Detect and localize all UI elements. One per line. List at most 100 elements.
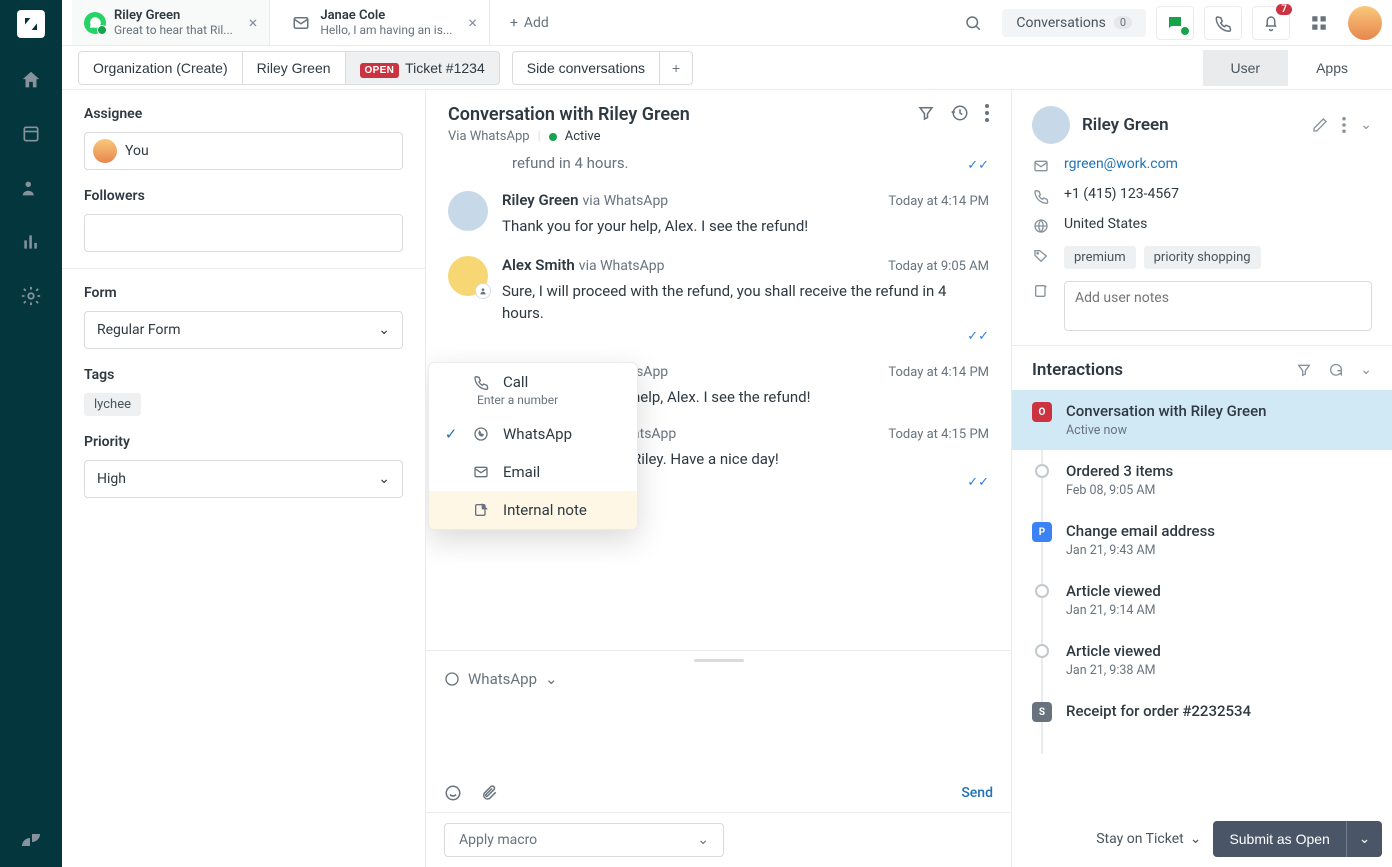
contact-tab[interactable]: Riley Green <box>243 51 346 85</box>
user-avatar[interactable] <box>1348 6 1382 40</box>
add-tab-button[interactable]: + Add <box>498 15 561 31</box>
chevron-down-icon[interactable]: ⌄ <box>1360 362 1372 378</box>
add-side-conversation-button[interactable]: + <box>660 51 693 85</box>
product-logo-icon[interactable] <box>17 10 45 38</box>
edit-icon[interactable] <box>1312 117 1328 133</box>
plus-icon: + <box>510 15 518 31</box>
close-icon[interactable]: × <box>249 13 258 32</box>
notifications-icon[interactable]: 7 <box>1252 6 1290 40</box>
timeline-item[interactable]: O Conversation with Riley GreenActive no… <box>1012 390 1392 450</box>
read-receipt-icon: ✓✓ <box>967 158 989 173</box>
ticket-label: Ticket #1234 <box>405 60 485 76</box>
side-conversations-tab[interactable]: Side conversations <box>512 51 660 85</box>
timeline-item[interactable]: Article viewed Jan 21, 9:14 AM <box>1032 570 1372 630</box>
tag-icon <box>1032 246 1050 264</box>
conversations-pill[interactable]: Conversations 0 <box>1002 9 1146 37</box>
channel-picker-popup: Call Enter a number ✓ WhatsApp Email <box>428 362 638 530</box>
home-icon[interactable] <box>19 68 43 92</box>
tag-pill[interactable]: lychee <box>84 393 141 416</box>
history-icon[interactable] <box>951 104 969 122</box>
search-icon[interactable] <box>954 6 992 40</box>
filter-icon[interactable] <box>1296 362 1312 378</box>
submit-dropdown-button[interactable]: ⌄ <box>1346 821 1382 857</box>
phone-icon[interactable] <box>1204 6 1242 40</box>
workspace-tab-janae[interactable]: Janae Cole Hello, I am having an is... × <box>278 0 490 45</box>
workspace-tab-riley[interactable]: Riley Green Great to hear that Ril... × <box>72 0 270 45</box>
apps-grid-icon[interactable] <box>1300 6 1338 40</box>
timeline-sub: Jan 21, 9:14 AM <box>1066 603 1161 618</box>
drag-handle-icon[interactable] <box>694 659 744 662</box>
top-bar: Riley Green Great to hear that Ril... × … <box>62 0 1392 46</box>
tags-field[interactable]: lychee <box>84 393 403 416</box>
reporting-icon[interactable] <box>19 230 43 254</box>
submit-button[interactable]: Submit as Open <box>1213 821 1345 857</box>
message-via: atsApp <box>632 426 676 442</box>
user-tag[interactable]: premium <box>1064 246 1136 269</box>
user-notes-textarea[interactable] <box>1064 281 1372 331</box>
conversation-via: Via WhatsApp <box>448 129 530 144</box>
close-icon[interactable]: × <box>468 13 477 32</box>
chevron-down-icon: ⌄ <box>378 471 390 487</box>
macro-select[interactable]: Apply macro ⌄ <box>444 823 724 857</box>
timeline-item[interactable]: P Change email addressJan 21, 9:43 AM <box>1032 510 1372 570</box>
followers-field[interactable] <box>84 214 403 252</box>
chevron-down-icon: ⌄ <box>697 832 709 848</box>
ticket-tab[interactable]: OPENTicket #1234 <box>346 51 500 85</box>
zendesk-icon[interactable] <box>19 828 43 852</box>
priority-select[interactable]: High ⌄ <box>84 460 403 498</box>
chevron-down-icon[interactable]: ⌄ <box>1360 117 1372 133</box>
assignee-avatar <box>93 139 117 163</box>
filter-icon[interactable] <box>917 104 935 122</box>
timeline-title: Article viewed <box>1066 582 1161 600</box>
timeline-sub: Jan 21, 9:43 AM <box>1066 543 1215 558</box>
user-tag[interactable]: priority shopping <box>1144 246 1261 269</box>
chat-icon[interactable] <box>1156 6 1194 40</box>
timeline-sub: Active now <box>1066 423 1266 438</box>
conversations-count: 0 <box>1114 16 1132 29</box>
timeline-item[interactable]: Article viewedJan 21, 9:38 AM <box>1032 630 1372 690</box>
org-tab[interactable]: Organization (Create) <box>78 51 243 85</box>
stay-label: Stay on Ticket <box>1096 831 1183 847</box>
timeline-dot-icon <box>1035 584 1049 598</box>
emoji-icon[interactable] <box>444 784 462 802</box>
attachment-icon[interactable] <box>480 784 498 802</box>
internal-note-label: Internal note <box>503 501 587 519</box>
timeline-item[interactable]: Ordered 3 itemsFeb 08, 9:05 AM <box>1032 450 1372 510</box>
apps-panel-tab[interactable]: Apps <box>1288 50 1376 86</box>
assignee-value: You <box>125 143 149 159</box>
email-label: Email <box>503 463 540 481</box>
more-icon[interactable] <box>985 104 989 122</box>
channel-email-option[interactable]: Email <box>429 453 637 491</box>
timeline-title: Ordered 3 items <box>1066 462 1173 480</box>
status-badge-solved: S <box>1032 702 1052 722</box>
timeline-dot-icon <box>1035 644 1049 658</box>
conversations-label: Conversations <box>1016 15 1105 31</box>
customers-icon[interactable] <box>19 176 43 200</box>
assignee-field[interactable]: You <box>84 132 403 170</box>
stay-on-ticket-dropdown[interactable]: Stay on Ticket ⌄ <box>1096 831 1201 847</box>
tab-subtitle: Hello, I am having an is... <box>320 23 452 37</box>
macro-placeholder: Apply macro <box>459 832 537 848</box>
message-author: Riley Green <box>502 191 578 209</box>
left-nav-rail <box>0 0 62 867</box>
whatsapp-label: WhatsApp <box>503 425 572 443</box>
timeline-title: Conversation with Riley Green <box>1066 402 1266 420</box>
channel-whatsapp-option[interactable]: ✓ WhatsApp <box>429 415 637 453</box>
message-time: Today at 4:15 PM <box>888 427 989 442</box>
more-icon[interactable] <box>1342 117 1346 133</box>
message-time: Today at 4:14 PM <box>888 365 989 380</box>
status-dot-icon <box>549 133 557 141</box>
channel-selector[interactable]: WhatsApp ⌄ <box>444 670 993 688</box>
refresh-icon[interactable] <box>1328 362 1344 378</box>
form-select[interactable]: Regular Form ⌄ <box>84 311 403 349</box>
timeline-item[interactable]: S Receipt for order #2232534 <box>1032 690 1372 734</box>
admin-icon[interactable] <box>19 284 43 308</box>
views-icon[interactable] <box>19 122 43 146</box>
note-icon <box>471 502 491 518</box>
user-panel-tab[interactable]: User <box>1203 50 1289 86</box>
channel-internal-note-option[interactable]: Internal note <box>429 491 637 529</box>
user-email[interactable]: rgreen@work.com <box>1064 156 1178 172</box>
send-button[interactable]: Send <box>961 785 993 801</box>
truncated-text: refund in 4 hours. <box>512 154 629 173</box>
timeline-dot-icon <box>1035 464 1049 478</box>
